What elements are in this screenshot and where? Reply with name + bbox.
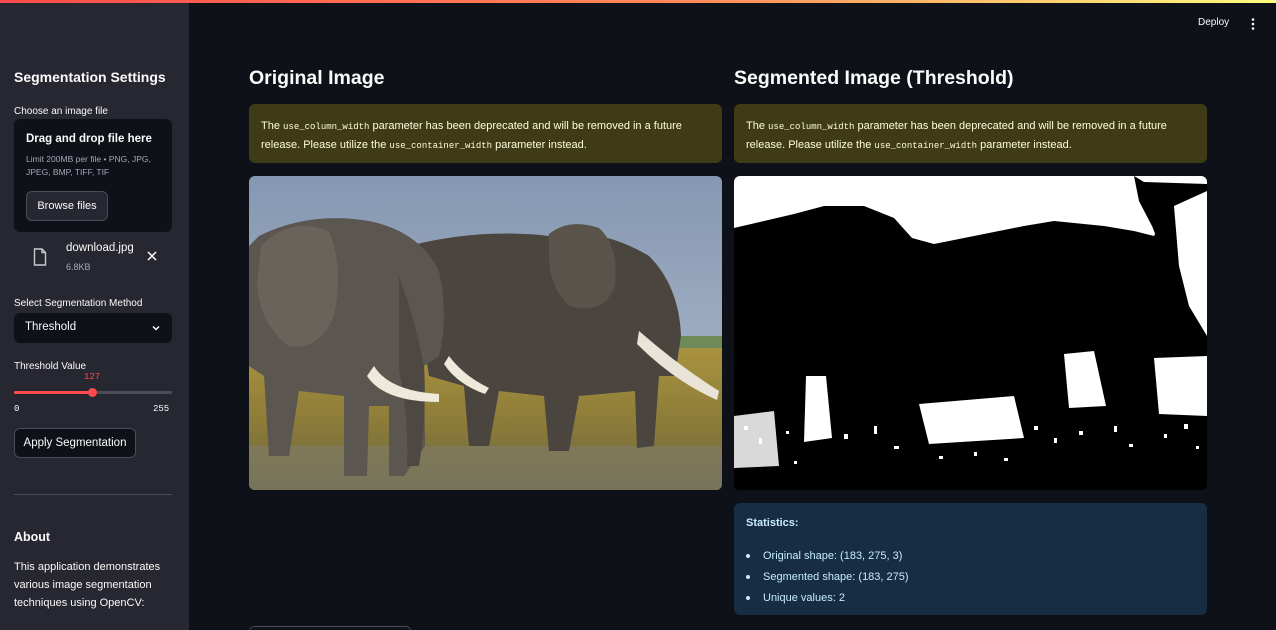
deploy-button[interactable]: Deploy [1198, 17, 1229, 28]
slider-current-value: 127 [84, 372, 101, 382]
slider-min: 0 [14, 404, 20, 414]
file-dropzone[interactable]: Drag and drop file here Limit 200MB per … [14, 119, 172, 232]
list-item: Segmented shape: (183, 275) [746, 566, 909, 587]
warning-code: use_container_width [389, 141, 493, 151]
file-icon [33, 248, 47, 266]
warning-text: parameter instead. [977, 139, 1072, 151]
close-icon[interactable] [146, 250, 158, 262]
method-select[interactable]: Threshold [14, 313, 172, 343]
vertical-dots-icon[interactable] [1247, 17, 1259, 31]
slider-max: 255 [153, 404, 170, 414]
statistics-panel: Statistics: Original shape: (183, 275, 3… [734, 503, 1207, 615]
dropzone-limit: Limit 200MB per file • PNG, JPG, JPEG, B… [26, 154, 151, 177]
list-item: Unique values: 2 [746, 587, 909, 608]
segmented-image-title: Segmented Image (Threshold) [734, 67, 1014, 89]
warning-text: The [746, 120, 769, 132]
top-decoration-bar [0, 0, 1276, 3]
uploaded-file: download.jpg 6.8KB [14, 240, 172, 276]
apply-segmentation-button[interactable]: Apply Segmentation [14, 428, 136, 458]
warning-code: use_column_width [768, 122, 855, 132]
method-label: Select Segmentation Method [14, 298, 143, 309]
partially-visible-button[interactable] [249, 626, 411, 630]
statistics-list: Original shape: (183, 275, 3) Segmented … [746, 545, 909, 608]
about-text: This application demonstrates various im… [14, 561, 161, 609]
threshold-slider[interactable] [14, 388, 172, 397]
statistics-title: Statistics: [746, 517, 799, 529]
original-image-title: Original Image [249, 67, 385, 89]
about-title: About [14, 530, 51, 544]
uploader-label: Choose an image file [14, 106, 108, 117]
segmented-binary-image [734, 176, 1207, 490]
list-item: Original shape: (183, 275, 3) [746, 545, 909, 566]
warning-code: use_container_width [874, 141, 978, 151]
deprecation-warning: The use_column_width parameter has been … [249, 104, 722, 163]
file-name: download.jpg [66, 242, 134, 254]
warning-text: parameter instead. [492, 139, 587, 151]
slider-fill [14, 391, 93, 394]
warning-text: The [261, 120, 284, 132]
file-size: 6.8KB [66, 262, 91, 272]
dropzone-title: Drag and drop file here [26, 133, 152, 145]
sidebar-title: Segmentation Settings [14, 69, 166, 85]
elephant-photo [249, 176, 722, 490]
browse-files-button[interactable]: Browse files [26, 191, 108, 221]
method-selected-value: Threshold [25, 321, 77, 333]
deprecation-warning: The use_column_width parameter has been … [734, 104, 1207, 163]
threshold-label: Threshold Value [14, 361, 87, 372]
chevron-down-icon [152, 325, 160, 331]
sidebar-divider [14, 494, 172, 495]
warning-code: use_column_width [283, 122, 370, 132]
